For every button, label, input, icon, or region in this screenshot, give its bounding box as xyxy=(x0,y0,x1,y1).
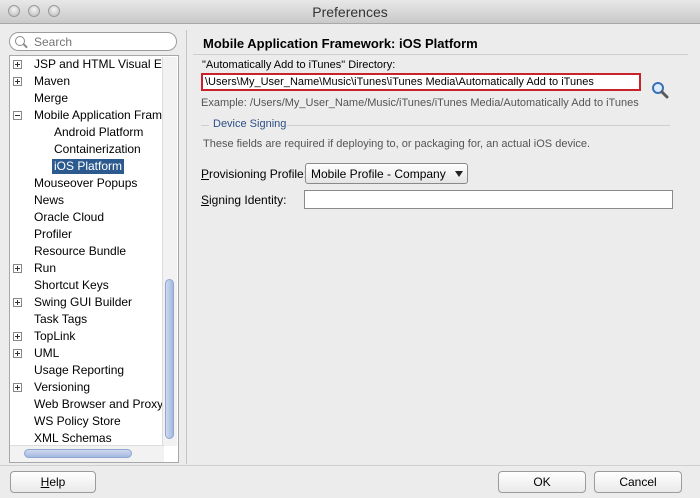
tree-item-label: Usage Reporting xyxy=(34,363,125,377)
preferences-nav: XML Schemas WS Policy Store Web Browser an… xyxy=(8,30,180,464)
tree-item-label: Swing GUI Builder xyxy=(34,295,133,309)
tree-item-label: Mobile Application Fram xyxy=(34,108,163,122)
tree-item-label: XML Schemas xyxy=(34,431,112,445)
tree-item[interactable]: Mobile Application Fram xyxy=(10,107,162,124)
tree-item[interactable]: iOS Platform xyxy=(10,158,162,175)
tree-item[interactable]: Android Platform xyxy=(10,124,162,141)
search-input[interactable] xyxy=(34,34,164,49)
tree-item-label: Shortcut Keys xyxy=(34,278,109,292)
tree-item[interactable]: Resource Bundle xyxy=(10,243,162,260)
tree-item-label: Resource Bundle xyxy=(34,244,127,258)
tree-item[interactable]: JSP and HTML Visual Edit xyxy=(10,56,175,73)
tree-item-label: Profiler xyxy=(34,227,73,241)
provisioning-profile-select[interactable]: Mobile Profile - Company xyxy=(305,163,468,184)
signing-identity-label: Signing Identity: xyxy=(201,193,286,207)
provisioning-profile-label: Provisioning Profile: xyxy=(201,167,307,181)
tree-item[interactable]: WS Policy Store xyxy=(10,413,162,430)
window-title: Preferences xyxy=(312,4,388,20)
chevron-down-icon xyxy=(455,171,463,177)
expand-icon[interactable] xyxy=(13,349,22,358)
expand-icon[interactable] xyxy=(13,332,22,341)
expand-icon[interactable] xyxy=(13,264,22,273)
tree-item[interactable]: UML xyxy=(10,345,162,362)
itunes-dir-label: "Automatically Add to iTunes" Directory: xyxy=(202,59,396,71)
pane-divider[interactable] xyxy=(186,30,187,464)
tree-item-label: Maven xyxy=(34,74,71,88)
help-button[interactable]: Help xyxy=(10,471,96,493)
tree-item-label: WS Policy Store xyxy=(34,414,121,428)
title-divider xyxy=(193,54,688,55)
collapse-icon[interactable] xyxy=(13,111,22,120)
tree-item-label: JSP and HTML Visual Edit xyxy=(34,57,175,71)
tree-item-label: Mouseover Popups xyxy=(34,176,138,190)
expand-icon[interactable] xyxy=(13,383,22,392)
tree-item[interactable]: TopLink xyxy=(10,328,162,345)
search-field[interactable] xyxy=(9,32,177,51)
tree-item[interactable]: Mouseover Popups xyxy=(10,175,162,192)
tree-item[interactable]: Maven xyxy=(10,73,162,90)
tree-item-label: UML xyxy=(34,346,60,360)
help-label-text: elp xyxy=(49,475,66,489)
tree-item-label: Task Tags xyxy=(34,312,88,326)
tree-item[interactable]: Containerization xyxy=(10,141,162,158)
tree-vertical-scrollbar[interactable] xyxy=(162,57,177,446)
signing-accelerator: S xyxy=(201,193,210,207)
tree-item[interactable]: Merge xyxy=(10,90,162,107)
tree-item-label: Run xyxy=(34,261,57,275)
magnifier-icon[interactable] xyxy=(651,81,669,99)
ok-button[interactable]: OK xyxy=(498,471,586,493)
device-signing-section-title: Device Signing xyxy=(213,118,287,130)
provisioning-accelerator: P xyxy=(201,167,210,181)
tree-item[interactable]: Task Tags xyxy=(10,311,162,328)
tree-item-label: News xyxy=(34,193,65,207)
tree-item[interactable]: Web Browser and Proxy xyxy=(10,396,164,413)
tree-item-label: Merge xyxy=(34,91,69,105)
provisioning-profile-value: Mobile Profile - Company xyxy=(311,167,446,181)
tree-item[interactable]: Run xyxy=(10,260,162,277)
tree-item-label: Containerization xyxy=(54,142,141,156)
tree-item-label: TopLink xyxy=(34,329,76,343)
tree-horizontal-scrollbar[interactable] xyxy=(10,445,164,462)
signing-note: These fields are required if deploying t… xyxy=(203,138,591,150)
tree-item-label: Web Browser and Proxy xyxy=(34,397,164,411)
tree-item-label: iOS Platform xyxy=(52,159,125,174)
tree-item[interactable]: Profiler xyxy=(10,226,162,243)
section-divider-left xyxy=(201,125,209,126)
cancel-button[interactable]: Cancel xyxy=(594,471,682,493)
footer-divider xyxy=(0,465,700,466)
signing-identity-input[interactable] xyxy=(304,190,673,209)
section-divider-right xyxy=(287,125,670,126)
expand-icon[interactable] xyxy=(13,77,22,86)
signing-label-text: igning Identity: xyxy=(209,193,287,207)
expand-icon[interactable] xyxy=(13,298,22,307)
page-title: Mobile Application Framework: iOS Platfo… xyxy=(203,36,478,51)
tree-item[interactable]: News xyxy=(10,192,162,209)
tree-item[interactable]: Versioning xyxy=(10,379,162,396)
tree-item-label: Versioning xyxy=(34,380,91,394)
tree-item[interactable]: Usage Reporting xyxy=(10,362,162,379)
search-icon xyxy=(15,36,25,46)
tree-item-label: Android Platform xyxy=(54,125,144,139)
tree-vertical-scroll-thumb[interactable] xyxy=(165,279,174,439)
itunes-dir-input[interactable] xyxy=(201,73,641,91)
tree-item[interactable]: Swing GUI Builder xyxy=(10,294,162,311)
title-bar: Preferences xyxy=(0,0,700,24)
preferences-tree[interactable]: XML Schemas WS Policy Store Web Browser an… xyxy=(9,55,179,463)
tree-item[interactable]: Oracle Cloud xyxy=(10,209,162,226)
itunes-dir-example: Example: /Users/My_User_Name/Music/iTune… xyxy=(201,97,639,109)
tree-item-label: Oracle Cloud xyxy=(34,210,105,224)
provisioning-label-text: rovisioning Profile: xyxy=(209,167,308,181)
expand-icon[interactable] xyxy=(13,60,22,69)
tree-item[interactable]: Shortcut Keys xyxy=(10,277,162,294)
tree-horizontal-scroll-thumb[interactable] xyxy=(24,449,132,458)
